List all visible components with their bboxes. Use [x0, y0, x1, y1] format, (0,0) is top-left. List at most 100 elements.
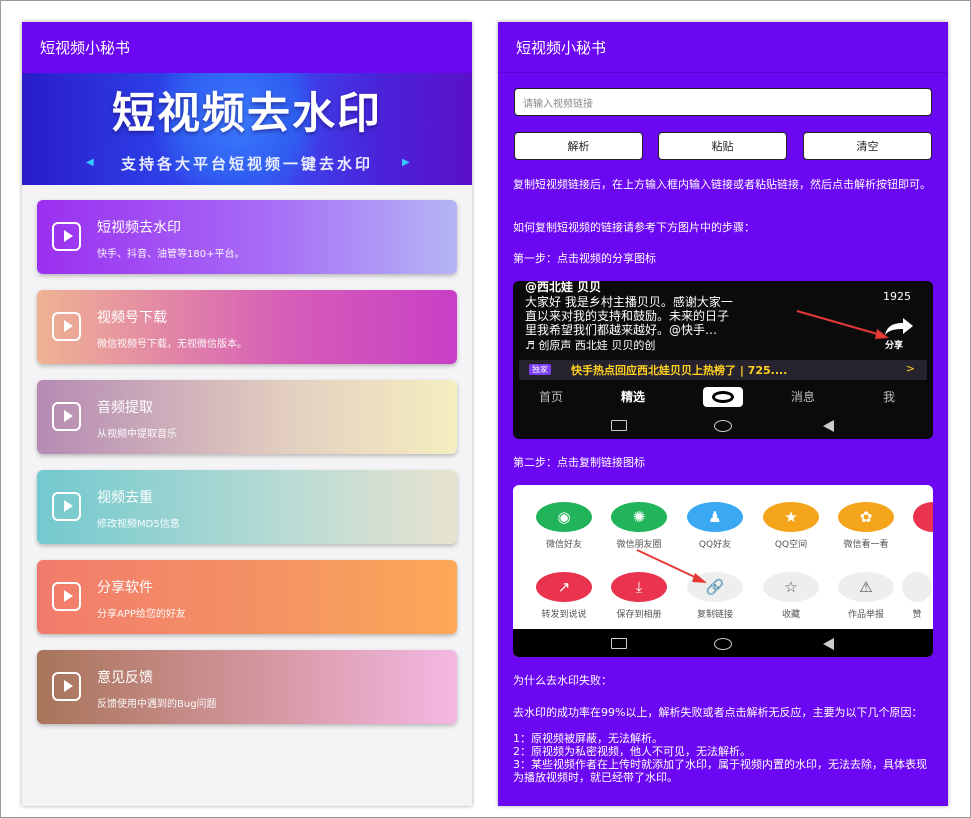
caption-line-3: 里我希望我们都越来越好。@快手… — [525, 323, 718, 337]
news-tag: 独家 — [529, 364, 551, 375]
share-label: 微信看一看 — [843, 540, 889, 550]
app-bar: 短视频小秘书 — [22, 22, 472, 73]
card-desc: 修改视频MD5信息 — [97, 519, 180, 530]
forward-icon: ↗ — [536, 572, 592, 602]
share-qq-friend: ♟ QQ好友 — [680, 502, 750, 550]
wechat-icon: ◉ — [536, 502, 592, 532]
parse-screen: 短视频小秘书 请输入视频链接 解析 粘贴 清空 复制短视频链接后，在上方输入框内… — [498, 22, 948, 806]
play-icon — [52, 492, 81, 521]
card-desc: 反馈使用中遇到的Bug问题 — [97, 699, 217, 710]
share-wechat-look: ✿ 微信看一看 — [831, 502, 901, 550]
step2-text: 第二步：点击复制链接图标 — [513, 456, 645, 469]
card-title: 视频号下载 — [97, 310, 167, 326]
paste-button[interactable]: 粘贴 — [658, 132, 787, 160]
card-title: 音频提取 — [97, 400, 153, 416]
tab-home: 首页 — [539, 390, 564, 404]
share-label: QQ空间 — [774, 540, 808, 550]
card-desc: 微信视频号下载，无视微信版本。 — [97, 339, 247, 350]
home-screen: 短视频小秘书 短视频去水印 ◀ 支持各大平台短视频一键去水印 ▶ 短视频去水印 … — [22, 22, 472, 806]
app-title: 短视频小秘书 — [516, 38, 607, 57]
qzone-icon: ★ — [763, 502, 819, 532]
video-tabs: 首页 精选 消息 我 — [513, 387, 933, 407]
like-count: 1925 — [883, 290, 911, 303]
tab-messages: 消息 — [791, 390, 816, 404]
back-icon — [823, 638, 834, 650]
card-watermark-removal[interactable]: 短视频去水印 快手、抖音、油管等180+平台。 — [37, 200, 457, 274]
home-icon — [714, 420, 732, 432]
android-nav-bar — [513, 629, 933, 657]
banner-title: 短视频去水印 — [112, 89, 382, 139]
card-title: 分享软件 — [97, 580, 153, 596]
share-wechat-moments: ✺ 微信朋友圈 — [604, 502, 674, 550]
card-desc: 从视频中提取音乐 — [97, 429, 177, 440]
share-label: 转发到说说 — [541, 610, 587, 620]
step1-text: 第一步：点击视频的分享图标 — [513, 252, 656, 265]
play-icon — [52, 582, 81, 611]
music-line: ♬ 创原声 西北娃 贝贝的创 — [525, 339, 656, 352]
recent-apps-icon — [611, 638, 627, 649]
tab-me: 我 — [883, 390, 896, 404]
share-label: 复制链接 — [696, 610, 733, 620]
share-favorite: ☆ 收藏 — [756, 572, 826, 620]
share-label: 收藏 — [781, 610, 800, 620]
app-bar: 短视频小秘书 — [498, 22, 948, 73]
android-nav-bar — [513, 411, 933, 439]
red-arrow-icon — [796, 310, 889, 339]
play-icon — [52, 672, 81, 701]
banner: 短视频去水印 ◀ 支持各大平台短视频一键去水印 ▶ — [22, 73, 472, 185]
recent-apps-icon — [611, 420, 627, 431]
news-text: 快手热点回应西北娃贝贝上热榜了 | 725.... — [571, 364, 788, 377]
share-label: 微信好友 — [545, 540, 582, 550]
card-desc: 分享APP给您的好友 — [97, 609, 186, 620]
step2-screenshot: ◉ 微信好友 ✺ 微信朋友圈 ♟ QQ好友 ★ QQ空间 ✿ 微信看一看 ↗ 转… — [513, 485, 933, 657]
reason-1: 1：原视频被屏蔽，无法解析。 — [513, 732, 663, 745]
share-forward-post: ↗ 转发到说说 — [529, 572, 599, 620]
share-label: 保存到相册 — [616, 610, 662, 620]
share-report: ⚠ 作品举报 — [831, 572, 901, 620]
qq-icon: ♟ — [687, 502, 743, 532]
card-title: 短视频去水印 — [97, 220, 181, 236]
card-feedback[interactable]: 意见反馈 反馈使用中遇到的Bug问题 — [37, 650, 457, 724]
card-channels-download[interactable]: 视频号下载 微信视频号下载，无视微信版本。 — [37, 290, 457, 364]
card-video-dedupe[interactable]: 视频去重 修改视频MD5信息 — [37, 470, 457, 544]
banner-right-arrow-icon: ▶ — [402, 157, 410, 168]
step1-screenshot: @西北娃 贝贝 1925 大家好 我是乡村主播贝贝。感谢大家一 直以来对我的支持… — [513, 281, 933, 439]
why-fail-body: 去水印的成功率在99%以上，解析失败或者点击解析无反应，主要为以下几个原因： — [513, 706, 923, 719]
record-button — [703, 387, 743, 407]
parse-button[interactable]: 解析 — [514, 132, 643, 160]
reason-2: 2：原视频为私密视频，他人不可见，无法解析。 — [513, 745, 751, 758]
red-arrow-icon — [636, 549, 707, 583]
news-bar: 独家 快手热点回应西北娃贝贝上热榜了 | 725.... > — [519, 360, 927, 380]
play-icon — [52, 222, 81, 251]
card-audio-extract[interactable]: 音频提取 从视频中提取音乐 — [37, 380, 457, 454]
why-fail-title: 为什么去水印失败： — [513, 674, 612, 687]
tab-featured: 精选 — [621, 390, 646, 404]
like-icon — [902, 572, 932, 602]
card-desc: 快手、抖音、油管等180+平台。 — [97, 249, 245, 260]
play-icon — [52, 402, 81, 431]
share-wechat-friend: ◉ 微信好友 — [529, 502, 599, 550]
share-qzone: ★ QQ空间 — [756, 502, 826, 550]
back-icon — [823, 420, 834, 432]
moments-icon: ✺ — [611, 502, 667, 532]
intro-text: 复制短视频链接后，在上方输入框内输入链接或者粘贴链接，然后点击解析按钮即可。 — [513, 178, 931, 191]
look-icon: ✿ — [838, 502, 894, 532]
news-arrow: > — [905, 362, 915, 375]
share-label: 作品举报 — [847, 610, 884, 620]
star-icon: ☆ — [763, 572, 819, 602]
app-title: 短视频小秘书 — [40, 39, 131, 57]
feature-list: 短视频去水印 快手、抖音、油管等180+平台。 视频号下载 微信视频号下载，无视… — [37, 200, 457, 740]
share-label: 赞 — [912, 610, 922, 620]
share-like: 赞 — [897, 572, 933, 620]
input-placeholder: 请输入视频链接 — [523, 98, 593, 110]
card-title: 视频去重 — [97, 490, 153, 506]
card-title: 意见反馈 — [97, 670, 153, 686]
warning-icon: ⚠ — [838, 572, 894, 602]
card-share-app[interactable]: 分享软件 分享APP给您的好友 — [37, 560, 457, 634]
reason-3: 3：某些视频作者在上传时就添加了水印，属于视频内置的水印，无法去除，具体表现为播… — [513, 758, 927, 784]
clear-button[interactable]: 清空 — [803, 132, 932, 160]
video-url-input[interactable]: 请输入视频链接 — [514, 88, 932, 116]
home-icon — [714, 638, 732, 650]
howto-text: 如何复制短视频的链接请参考下方图片中的步骤： — [513, 221, 755, 234]
play-icon — [52, 312, 81, 341]
